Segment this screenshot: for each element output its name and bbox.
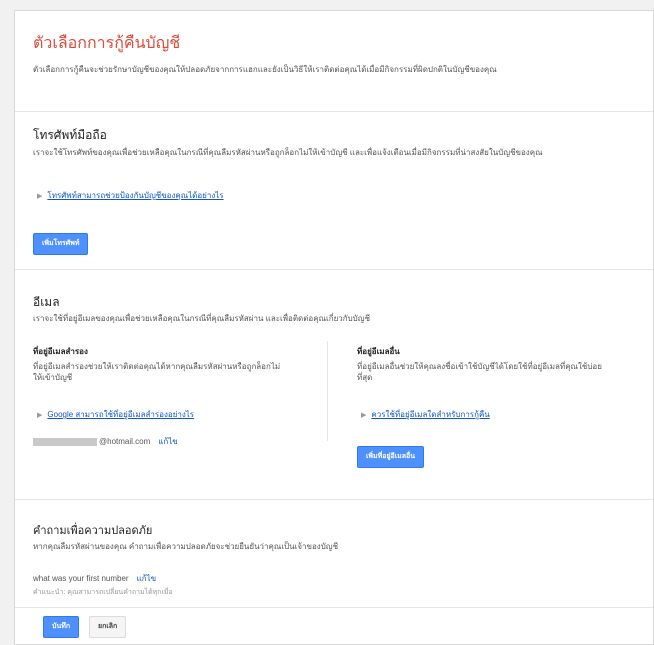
save-button[interactable]: บันทึก [43,616,80,638]
email-section-title: อีเมล [33,295,60,309]
divider [15,269,653,270]
page-intro: ตัวเลือกการกู้คืนจะช่วยรักษาบัญชีของคุณใ… [33,65,497,74]
page-title: ตัวเลือกการกู้คืนบัญชี [33,35,181,52]
cancel-button[interactable]: ยกเลิก [89,616,127,638]
security-question-title: คำถามเพื่อความปลอดภัย [33,525,153,537]
alternate-email-help-link[interactable]: ▶ ควรใช้ที่อยู่อีเมลใดสำหรับการกู้คืน [361,408,490,421]
edit-recovery-email-link[interactable]: แก้ไข [158,437,178,446]
divider [15,499,653,500]
triangle-right-icon: ▶ [361,412,367,419]
phone-help-link[interactable]: ▶ โทรศัพท์สามารถช่วยป้องกันบัญชีของคุณได้… [37,189,224,202]
recovery-email-title: ที่อยู่อีเมลสำรอง [33,347,88,356]
recovery-email-help-link[interactable]: ▶ Google สามารถใช้ที่อยู่อีเมลสำรองอย่างไ… [37,408,194,421]
phone-section-title: โทรศัพท์มือถือ [33,128,107,142]
edit-security-question-link[interactable]: แก้ไข [137,574,157,583]
redacted-email-mask [33,437,97,446]
alternate-email-desc: ที่อยู่อีเมลอื่นช่วยให้คุณลงชื่อเข้าใช้บ… [357,362,602,382]
alternate-email-title: ที่อยู่อีเมลอื่น [357,347,400,356]
recovery-email-desc: ที่อยู่อีเมลสำรองช่วยให้เราติดต่อคุณได้ห… [33,362,281,382]
add-phone-button[interactable]: เพิ่มโทรศัพท์ [33,233,89,255]
vertical-divider [327,341,328,441]
recovery-email-address: @hotmail.com [99,437,151,446]
divider [15,111,653,112]
security-question-desc: หากคุณลืมรหัสผ่านของคุณ คำถามเพื่อความปล… [33,542,339,551]
triangle-right-icon: ▶ [37,193,43,200]
triangle-right-icon: ▶ [37,412,43,419]
recovery-options-card: ตัวเลือกการกู้คืนบัญชี ตัวเลือกการกู้คืน… [14,10,654,645]
add-alternate-email-button[interactable]: เพิ่มที่อยู่อีเมลอื่น [357,446,425,468]
divider [15,607,653,608]
phone-section-desc: เราจะใช้โทรศัพท์ของคุณเพื่อช่วยเหลือคุณใ… [33,148,543,157]
recovery-email-row: @hotmail.com แก้ไข [33,435,178,448]
email-section-desc: เราจะใช้ที่อยู่อีเมลของคุณเพื่อช่วยเหลือ… [33,314,371,323]
security-question-row: what was your first number แก้ไข [33,572,156,585]
security-question-text: what was your first number [33,574,129,583]
security-question-hint: คำแนะนำ: คุณสามารถเปลี่ยนคำถามได้ทุกเมื่… [33,589,173,596]
